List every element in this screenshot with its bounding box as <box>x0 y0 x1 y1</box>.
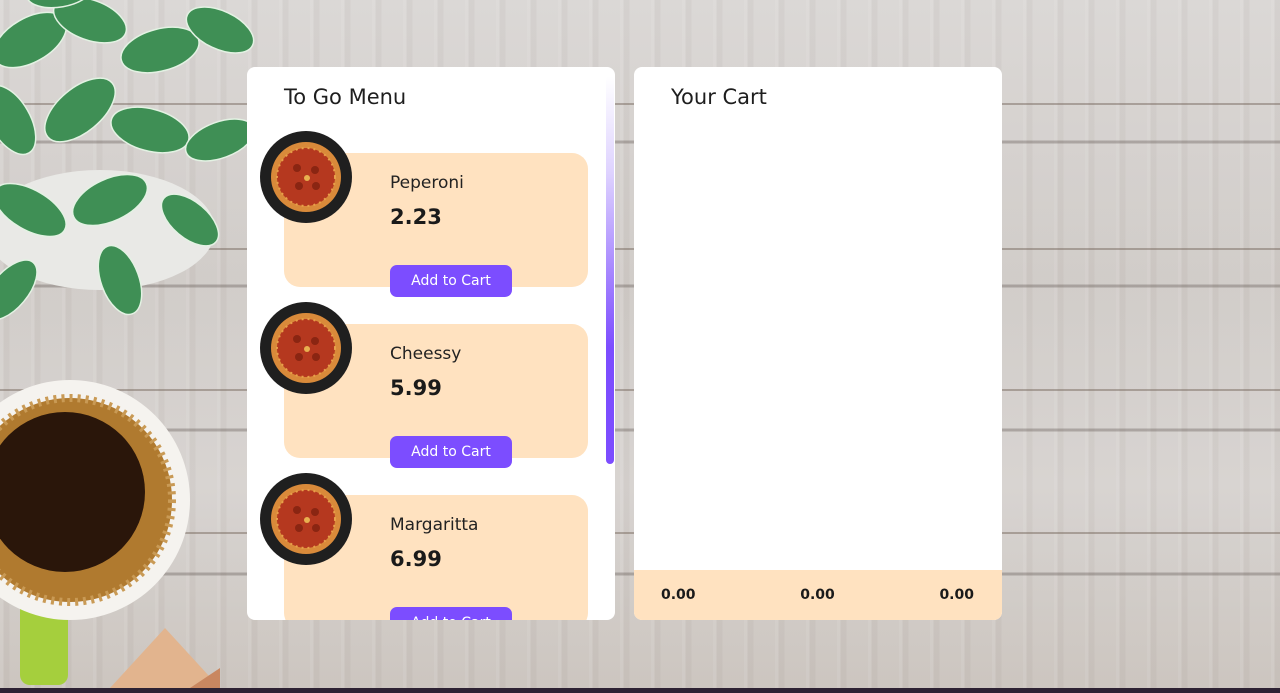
pizza-icon <box>260 302 352 394</box>
cart-panel: Your Cart 0.00 0.00 0.00 <box>634 67 1002 620</box>
menu-item-cheessy: Cheessy 5.99 Add to Cart <box>247 302 607 468</box>
add-to-cart-button[interactable]: Add to Cart <box>390 436 512 468</box>
cart-title: Your Cart <box>671 85 767 109</box>
menu-item-price: 5.99 <box>390 376 442 400</box>
cart-tax: 0.00 <box>800 587 835 603</box>
pizza-icon <box>260 131 352 223</box>
add-to-cart-button[interactable]: Add to Cart <box>390 265 512 297</box>
menu-item-name: Cheessy <box>390 344 462 364</box>
menu-item-price: 6.99 <box>390 547 442 571</box>
cart-totals-bar: 0.00 0.00 0.00 <box>634 570 1002 620</box>
cart-subtotal: 0.00 <box>661 587 696 603</box>
add-to-cart-button[interactable]: Add to Cart <box>390 607 512 620</box>
menu-item-price: 2.23 <box>390 205 442 229</box>
menu-item-peperoni: Peperoni 2.23 Add to Cart <box>247 131 607 297</box>
plant-decoration <box>0 0 256 321</box>
bottom-strip <box>0 688 1280 693</box>
menu-scrollbar[interactable] <box>606 76 614 464</box>
menu-panel: To Go Menu Peperoni 2.23 Add to Cart Che… <box>247 67 615 620</box>
menu-item-name: Peperoni <box>390 173 464 193</box>
menu-item-margaritta: Margaritta 6.99 Add to Cart <box>247 473 607 620</box>
menu-item-name: Margaritta <box>390 515 479 535</box>
pizza-icon <box>260 473 352 565</box>
cardboard-box-decoration <box>110 628 220 688</box>
cart-total: 0.00 <box>939 587 974 603</box>
menu-list: Peperoni 2.23 Add to Cart Cheessy 5.99 A… <box>247 67 615 620</box>
